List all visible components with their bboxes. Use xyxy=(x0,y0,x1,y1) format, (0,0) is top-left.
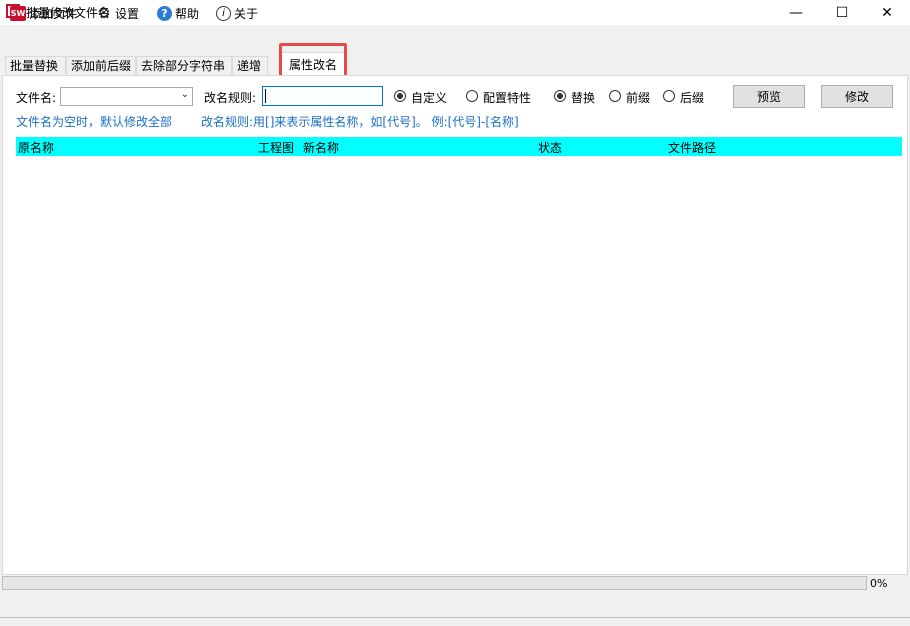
filename-label: 文件名: xyxy=(16,91,57,105)
column-drawing[interactable]: 工程图 xyxy=(258,139,294,156)
radio-replace[interactable] xyxy=(554,90,566,102)
preview-button[interactable]: 预览 xyxy=(733,85,805,108)
radio-config-property-label[interactable]: 配置特性 xyxy=(483,89,531,106)
tab-add-prefix-suffix[interactable]: 添加前后缀 xyxy=(66,56,136,74)
about-label: 关于 xyxy=(234,6,259,21)
rule-label: 改名规则: xyxy=(204,91,257,105)
progress-bar xyxy=(2,576,867,590)
column-file-path[interactable]: 文件路径 xyxy=(668,139,716,156)
text-caret xyxy=(265,89,266,103)
radio-config-property[interactable] xyxy=(466,90,478,102)
table-header: 原名称 工程图 新名称 状态 文件路径 xyxy=(16,137,902,156)
radio-custom[interactable] xyxy=(394,90,406,102)
sw-file-icon: SW xyxy=(10,5,26,21)
help-button[interactable]: ? 帮助 xyxy=(157,3,199,23)
radio-prefix-label[interactable]: 前缀 xyxy=(626,89,650,106)
bottom-divider xyxy=(0,617,910,618)
settings-button[interactable]: ⚙ 设置 xyxy=(96,3,139,23)
radio-suffix[interactable] xyxy=(663,90,675,102)
toolbar xyxy=(0,25,910,50)
close-button[interactable]: ✕ xyxy=(864,0,910,25)
about-button[interactable]: i 关于 xyxy=(216,3,258,23)
add-file-button[interactable]: SW 添加文件 xyxy=(10,3,77,23)
rule-input[interactable] xyxy=(262,86,383,106)
add-file-label: 添加文件 xyxy=(29,6,78,21)
radio-replace-label[interactable]: 替换 xyxy=(571,89,595,106)
help-label: 帮助 xyxy=(175,6,200,21)
filename-combobox[interactable]: ⌄ xyxy=(60,87,193,106)
column-original-name[interactable]: 原名称 xyxy=(18,139,54,156)
rule-hint: 改名规则:用[]来表示属性名称，如[代号]。 例:[代号]-[名称] xyxy=(201,115,519,129)
settings-label: 设置 xyxy=(115,6,140,21)
minimize-button[interactable]: — xyxy=(773,0,819,25)
column-new-name[interactable]: 新名称 xyxy=(303,139,339,156)
highlight-box xyxy=(279,43,347,78)
radio-custom-label[interactable]: 自定义 xyxy=(411,89,447,106)
filename-hint: 文件名为空时，默认修改全部 xyxy=(16,115,173,129)
column-status[interactable]: 状态 xyxy=(538,139,562,156)
maximize-button[interactable]: ☐ xyxy=(819,0,865,25)
file-list[interactable] xyxy=(16,156,902,574)
tab-increment[interactable]: 递增 xyxy=(232,56,268,74)
radio-suffix-label[interactable]: 后缀 xyxy=(680,89,704,106)
help-icon: ? xyxy=(157,5,172,21)
tab-batch-replace[interactable]: 批量替换 xyxy=(5,56,66,74)
modify-button[interactable]: 修改 xyxy=(821,85,893,108)
gear-icon: ⚙ xyxy=(97,4,111,22)
info-icon: i xyxy=(216,5,231,21)
progress-percent: 0% xyxy=(870,577,888,590)
tab-remove-substring[interactable]: 去除部分字符串 xyxy=(136,56,232,74)
radio-prefix[interactable] xyxy=(609,90,621,102)
chevron-down-icon[interactable]: ⌄ xyxy=(181,89,189,100)
